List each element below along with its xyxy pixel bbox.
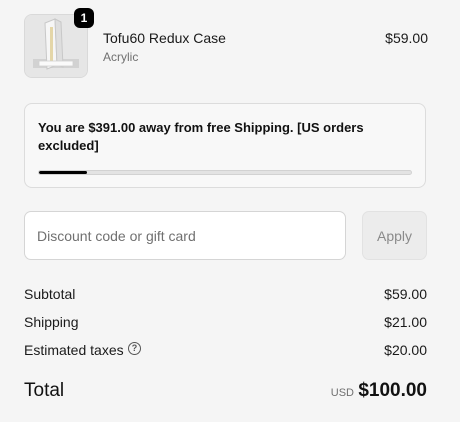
shipping-label: Shipping: [24, 314, 79, 330]
total-value: $100.00: [358, 380, 427, 401]
free-shipping-progress-bar: [38, 170, 412, 175]
product-name: Tofu60 Redux Case: [103, 30, 226, 46]
taxes-label: Estimated taxes: [24, 342, 124, 358]
order-summary: 1 Tofu60 Redux Case Acrylic $59.00 You a…: [0, 0, 460, 422]
free-shipping-progress-fill: [39, 171, 88, 174]
question-circle-icon[interactable]: ?: [128, 342, 141, 355]
subtotal-value: $59.00: [384, 286, 427, 302]
line-item: 1 Tofu60 Redux Case Acrylic $59.00: [24, 8, 428, 78]
total-row: Total USD $100.00: [24, 380, 427, 406]
product-price: $59.00: [385, 30, 428, 46]
taxes-value: $20.00: [384, 342, 427, 358]
free-shipping-message: You are $391.00 away from free Shipping.…: [38, 120, 364, 153]
shipping-value: $21.00: [384, 314, 427, 330]
quantity-badge: 1: [74, 8, 94, 28]
total-label: Total: [24, 380, 65, 401]
subtotal-label: Subtotal: [24, 286, 76, 302]
apply-discount-button[interactable]: Apply: [362, 211, 427, 260]
free-shipping-banner: You are $391.00 away from free Shipping.…: [24, 103, 426, 188]
currency-code: USD: [330, 387, 354, 399]
subtotal-row: Subtotal $59.00: [24, 286, 427, 306]
taxes-row: Estimated taxes ? $20.00: [24, 342, 427, 362]
shipping-row: Shipping $21.00: [24, 314, 427, 334]
discount-code-input[interactable]: [24, 211, 346, 260]
product-variant: Acrylic: [103, 50, 139, 64]
